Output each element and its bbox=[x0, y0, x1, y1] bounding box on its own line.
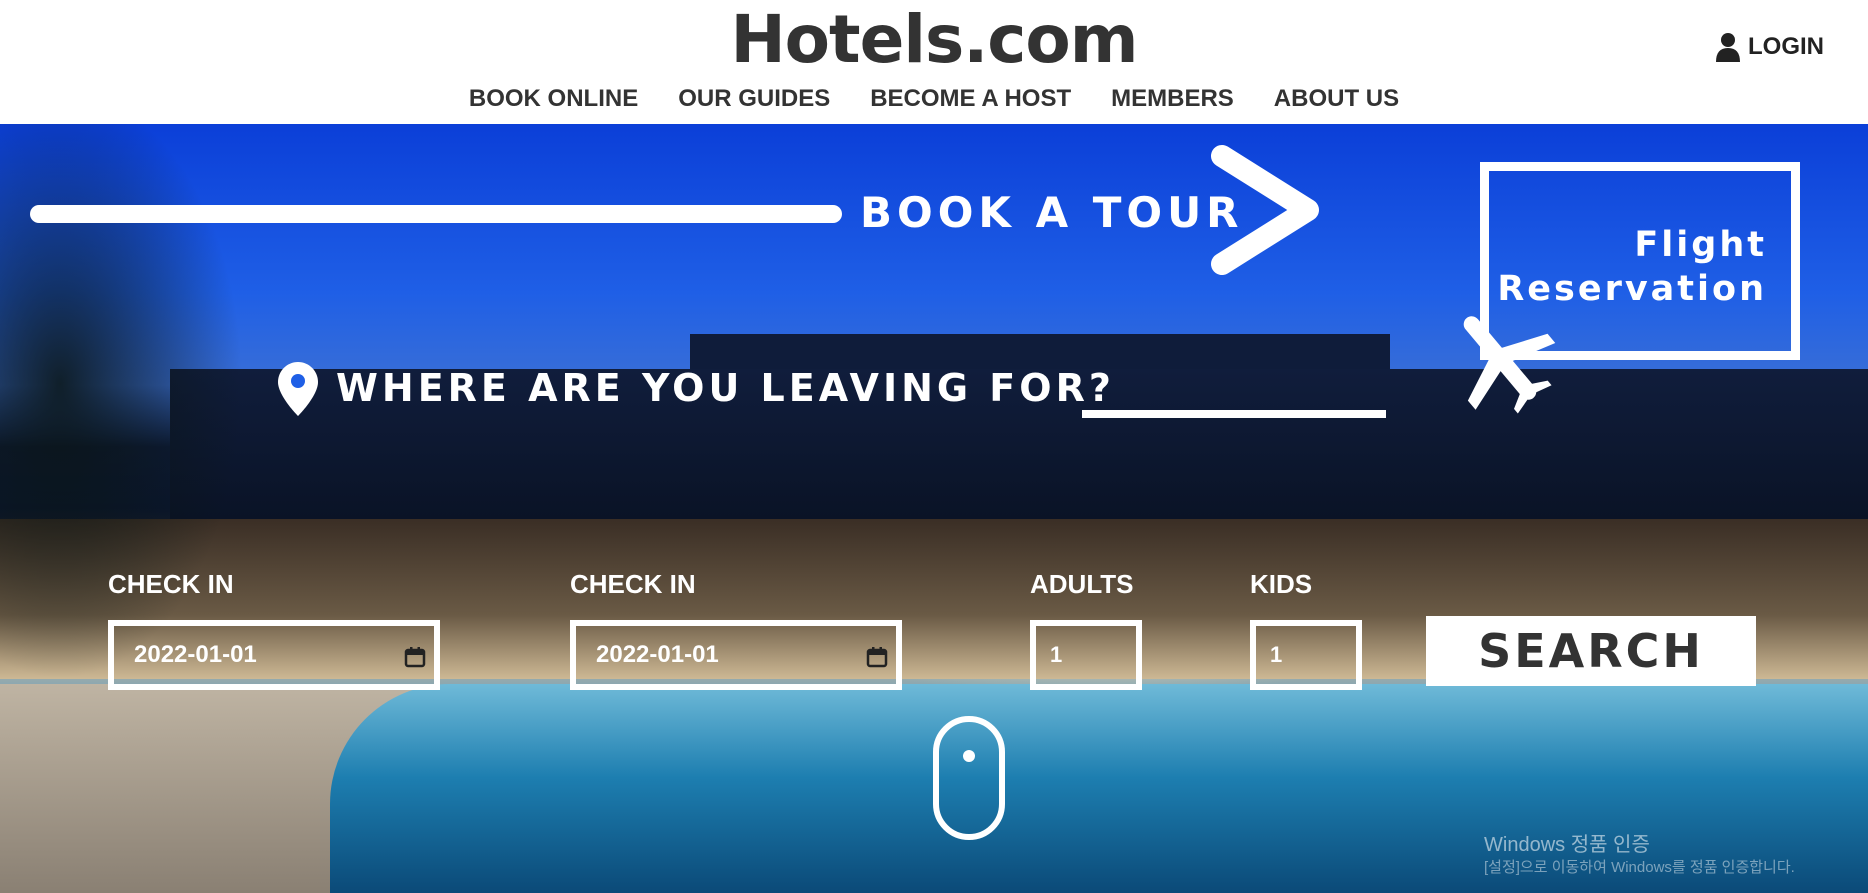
flight-label-line1: Flight bbox=[1634, 225, 1767, 265]
airplane-icon bbox=[1463, 316, 1556, 414]
check-in-value: 2022-01-01 bbox=[134, 641, 257, 668]
login-button[interactable]: LOGIN bbox=[1716, 32, 1824, 62]
site-header: Hotels.com BOOK ONLINE OUR GUIDES BECOME… bbox=[0, 0, 1868, 124]
adults-input[interactable]: 1 bbox=[1030, 620, 1142, 690]
check-out-value: 2022-01-01 bbox=[596, 641, 719, 668]
kids-value: 1 bbox=[1270, 642, 1283, 667]
login-label: LOGIN bbox=[1748, 33, 1824, 60]
check-in-date-input[interactable]: 2022-01-01 bbox=[108, 620, 440, 690]
chevron-right-icon[interactable] bbox=[1200, 140, 1330, 280]
book-tour-button[interactable]: BOOK A TOUR bbox=[860, 188, 1244, 238]
hero-tree bbox=[0, 124, 560, 893]
nav-book-online[interactable]: BOOK ONLINE bbox=[469, 84, 638, 114]
where-label: WHERE ARE YOU LEAVING FOR? bbox=[336, 366, 1115, 410]
kids-input[interactable]: 1 bbox=[1250, 620, 1362, 690]
destination-input[interactable] bbox=[1082, 372, 1386, 418]
scroll-indicator-dot bbox=[963, 750, 975, 762]
nav-become-a-host[interactable]: BECOME A HOST bbox=[870, 84, 1071, 114]
adults-label: ADULTS bbox=[1030, 569, 1134, 599]
book-tour-line bbox=[30, 205, 842, 223]
user-icon bbox=[1716, 33, 1740, 62]
nav-our-guides[interactable]: OUR GUIDES bbox=[678, 84, 830, 114]
adults-value: 1 bbox=[1050, 642, 1063, 667]
windows-activation-title: Windows 정품 인증 bbox=[1484, 834, 1650, 856]
kids-label: KIDS bbox=[1250, 569, 1313, 599]
search-button[interactable]: SEARCH bbox=[1426, 616, 1756, 686]
nav-members[interactable]: MEMBERS bbox=[1111, 84, 1234, 114]
check-in-label: CHECK IN bbox=[108, 569, 234, 599]
windows-activation-text: [설정]으로 이동하여 Windows를 정품 인증합니다. bbox=[1484, 859, 1795, 876]
check-out-date-input[interactable]: 2022-01-01 bbox=[570, 620, 902, 690]
main-nav: BOOK ONLINE OUR GUIDES BECOME A HOST MEM… bbox=[0, 84, 1868, 114]
calendar-icon[interactable] bbox=[404, 646, 426, 668]
calendar-icon[interactable] bbox=[866, 646, 888, 668]
check-out-label: CHECK IN bbox=[570, 569, 696, 599]
nav-about-us[interactable]: ABOUT US bbox=[1274, 84, 1399, 114]
location-pin-icon bbox=[278, 362, 318, 416]
site-logo[interactable]: Hotels.com bbox=[0, 2, 1868, 78]
scroll-indicator[interactable] bbox=[933, 716, 1005, 840]
